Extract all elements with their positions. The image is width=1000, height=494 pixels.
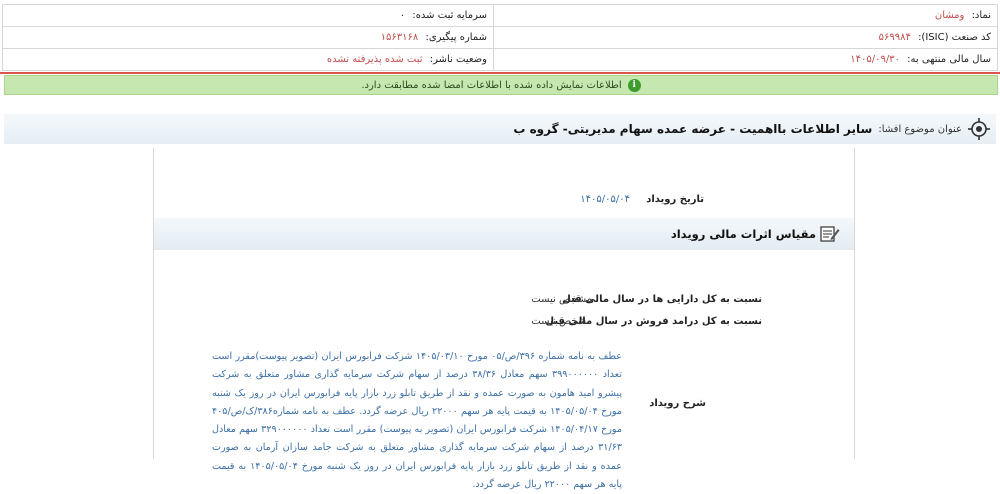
document-edit-icon bbox=[820, 226, 840, 242]
event-date-value: ۱۴۰۵/۰۵/۰۴ bbox=[580, 194, 630, 205]
symbol-label: نماد: bbox=[971, 10, 991, 21]
subject-title: سایر اطلاعات بااهمیت - عرضه عمده سهام مد… bbox=[513, 122, 873, 136]
fiscal-cell: سال مالی منتهی به: ۱۴۰۵/۰۹/۳۰ bbox=[493, 48, 998, 71]
tracking-value: ۱۵۶۳۱۶۸ bbox=[380, 32, 419, 43]
isic-label: کد صنعت (ISIC): bbox=[918, 32, 991, 43]
revenue-ratio-row: نسبت به کل درامد فروش در سال مالی قبل مش… bbox=[154, 316, 854, 330]
capital-value: ۰ bbox=[399, 10, 406, 21]
description-text: عطف به نامه شماره ۳۹۶/ص/۰۵ مورخ ۱۴۰۵/۰۳/… bbox=[212, 351, 622, 491]
assets-ratio-value: مشخص نیست bbox=[531, 294, 592, 305]
isic-cell: کد صنعت (ISIC): ۵۶۹۹۸۴ bbox=[493, 26, 998, 49]
event-date-label: تاریخ رویداد bbox=[646, 194, 704, 205]
description-label: شرح رویداد bbox=[649, 398, 706, 409]
subject-bar: عنوان موضوع افشا: سایر اطلاعات بااهمیت -… bbox=[4, 114, 996, 144]
company-info-table: نماد: ومشان سرمایه ثبت شده: ۰ کد صنعت (I… bbox=[2, 4, 998, 71]
publisher-value: ثبت شده پذیرفته نشده bbox=[326, 54, 423, 65]
capital-cell: سرمایه ثبت شده: ۰ bbox=[2, 4, 494, 27]
fiscal-label: سال مالی منتهی به: bbox=[907, 54, 991, 65]
event-date-row: تاریخ رویداد ۱۴۰۵/۰۵/۰۴ bbox=[154, 194, 854, 210]
assets-ratio-label: نسبت به کل دارایی ها در سال مالی قبل bbox=[562, 294, 762, 305]
publisher-cell: وضعیت ناشر: ثبت شده پذیرفته نشده bbox=[2, 48, 494, 71]
capital-label: سرمایه ثبت شده: bbox=[412, 10, 487, 21]
report-content: تاریخ رویداد ۱۴۰۵/۰۵/۰۴ مقیاس اثرات مالی… bbox=[153, 148, 855, 490]
tracking-cell: شماره پیگیری: ۱۵۶۳۱۶۸ bbox=[2, 26, 494, 49]
financial-effects-title: مقیاس اثرات مالی رویداد bbox=[670, 227, 816, 241]
notice-text: اطلاعات نمایش داده شده با اطلاعات امضا ش… bbox=[361, 79, 622, 91]
subject-label: عنوان موضوع افشا: bbox=[878, 123, 962, 135]
target-icon bbox=[968, 118, 990, 140]
assets-ratio-row: نسبت به کل دارایی ها در سال مالی قبل مشخ… bbox=[154, 294, 854, 308]
financial-effects-header: مقیاس اثرات مالی رویداد bbox=[154, 218, 854, 250]
signature-notice: i اطلاعات نمایش داده شده با اطلاعات امضا… bbox=[4, 75, 998, 95]
header-divider bbox=[0, 72, 1000, 74]
publisher-label: وضعیت ناشر: bbox=[429, 54, 487, 65]
revenue-ratio-value: مشخص نیست bbox=[531, 316, 592, 327]
symbol-value[interactable]: ومشان bbox=[935, 10, 965, 21]
fiscal-value: ۱۴۰۵/۰۹/۳۰ bbox=[850, 54, 900, 65]
info-icon: i bbox=[627, 78, 641, 92]
tracking-label: شماره پیگیری: bbox=[425, 32, 487, 43]
symbol-cell: نماد: ومشان bbox=[493, 4, 998, 27]
isic-value: ۵۶۹۹۸۴ bbox=[878, 32, 911, 43]
